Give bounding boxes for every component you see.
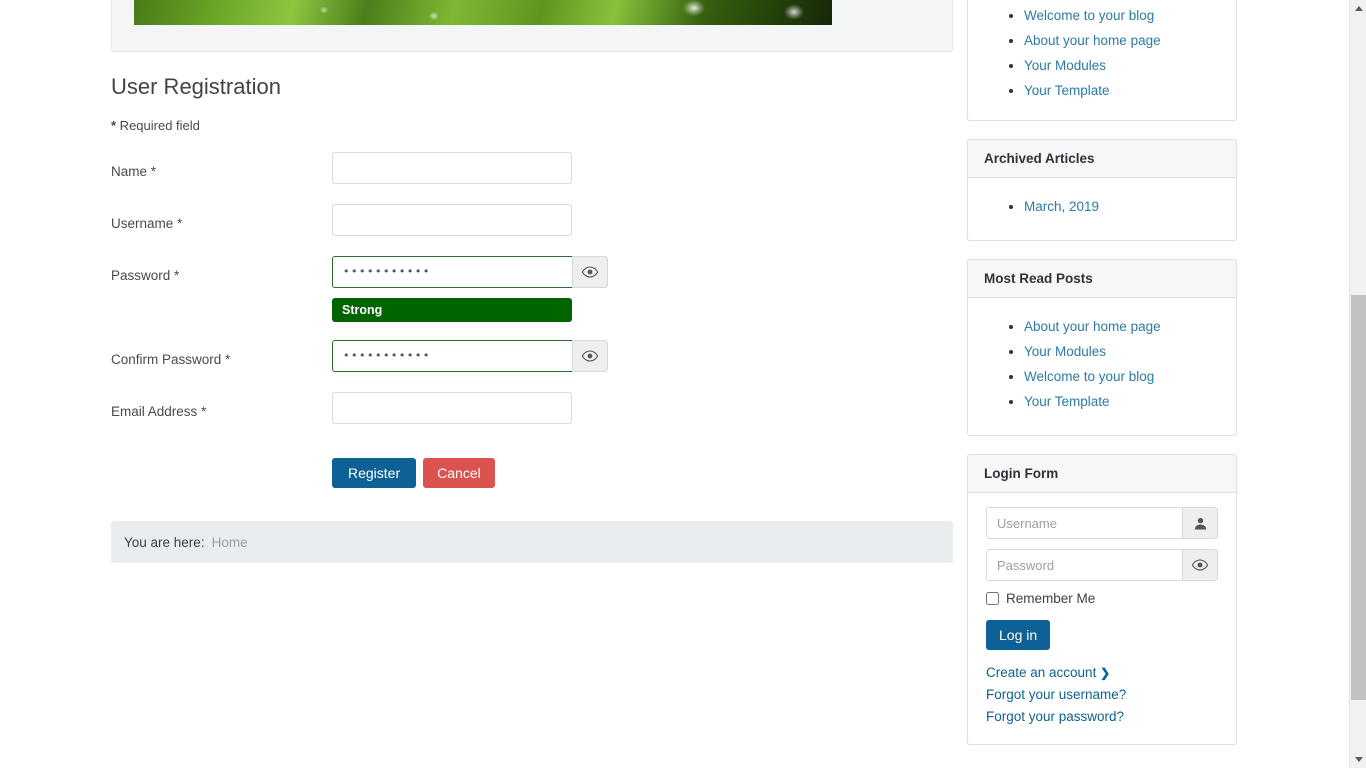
eye-icon (582, 350, 598, 362)
control-confirm-password: ••••••••••• (332, 340, 608, 373)
confirm-password-input-group: ••••••••••• (332, 340, 608, 373)
list-item: Your Modules (1024, 55, 1220, 77)
link-latest-post-0[interactable]: Welcome to your blog (1024, 8, 1154, 23)
link-archived-march-2019[interactable]: March, 2019 (1024, 199, 1099, 214)
log-in-button[interactable]: Log in (986, 620, 1051, 650)
panel-latest-posts: Welcome to your blog About your home pag… (967, 0, 1237, 121)
panel-most-read-posts: Most Read Posts About your home page You… (967, 259, 1237, 436)
link-most-read-3[interactable]: Your Template (1024, 394, 1110, 409)
label-password: Password * (111, 268, 180, 284)
latest-posts-list: Welcome to your blog About your home pag… (968, 0, 1236, 120)
password-masked-value: ••••••••••• (343, 265, 431, 279)
link-latest-post-3[interactable]: Your Template (1024, 83, 1110, 98)
breadcrumb-label: You are here: (124, 534, 205, 550)
panel-title-most-read-posts: Most Read Posts (968, 260, 1236, 298)
confirm-password-masked-value: ••••••••••• (343, 349, 431, 363)
list-item: Your Modules (1024, 341, 1220, 363)
right-sidebar: Welcome to your blog About your home pag… (967, 0, 1237, 763)
register-button[interactable]: Register (332, 458, 417, 489)
toggle-password-visibility-button[interactable] (572, 256, 608, 289)
form-actions: Register Cancel (332, 458, 953, 489)
vertical-scrollbar[interactable] (1349, 0, 1366, 768)
panel-archived-articles: Archived Articles March, 2019 (967, 139, 1237, 241)
list-item: Welcome to your blog (1024, 366, 1220, 388)
remember-me-row: Remember Me (986, 591, 1220, 606)
form-row-confirm-password: Confirm Password * ••••••••••• (111, 340, 953, 392)
control-password: ••••••••••• Strong (332, 256, 608, 323)
login-username-addon-button[interactable] (1182, 507, 1218, 539)
main-content: User Registration * Required field Name … (111, 0, 953, 564)
list-item: Your Template (1024, 391, 1220, 413)
link-forgot-password[interactable]: Forgot your password? (986, 706, 1220, 728)
control-email-address (332, 392, 572, 425)
remember-me-label[interactable]: Remember Me (1006, 591, 1095, 606)
scroll-down-arrow-icon[interactable] (1350, 751, 1366, 768)
label-email-address: Email Address * (111, 404, 207, 420)
list-item: Welcome to your blog (1024, 5, 1220, 27)
panel-title-login-form: Login Form (968, 455, 1236, 493)
chevron-right-icon: ❯ (1100, 666, 1111, 680)
form-row-name: Name * (111, 152, 953, 204)
control-name (332, 152, 572, 185)
list-item: Your Template (1024, 80, 1220, 102)
required-note-text: Required field (116, 118, 200, 134)
password-input[interactable]: ••••••••••• (332, 256, 572, 289)
eye-icon (582, 266, 598, 278)
breadcrumb-item-home[interactable]: Home (212, 535, 248, 550)
remember-me-checkbox[interactable] (986, 592, 999, 605)
form-row-email: Email Address * (111, 392, 953, 444)
user-icon (1194, 517, 1207, 530)
most-read-posts-list: About your home page Your Modules Welcom… (968, 298, 1236, 435)
confirm-password-input[interactable]: ••••••••••• (332, 340, 572, 373)
login-username-group (986, 507, 1220, 539)
form-row-password: Password * ••••••••••• Strong (111, 256, 953, 323)
login-password-input[interactable] (986, 549, 1182, 581)
toggle-confirm-password-visibility-button[interactable] (572, 340, 608, 373)
label-confirm-password: Confirm Password * (111, 352, 231, 368)
link-forgot-username[interactable]: Forgot your username? (986, 684, 1220, 706)
article-preview-card (111, 0, 953, 52)
breadcrumb: You are here: Home (111, 521, 953, 564)
control-username (332, 204, 572, 237)
page-title: User Registration (111, 74, 281, 99)
link-most-read-0[interactable]: About your home page (1024, 319, 1161, 334)
scroll-up-arrow-icon[interactable] (1350, 0, 1366, 17)
link-create-an-account[interactable]: Create an account ❯ (986, 662, 1220, 684)
panel-title-archived-articles: Archived Articles (968, 140, 1236, 178)
list-item: About your home page (1024, 30, 1220, 52)
label-name: Name * (111, 164, 157, 180)
link-latest-post-2[interactable]: Your Modules (1024, 58, 1106, 73)
panel-login-form: Login Form Username Remember Me Log in C… (967, 454, 1237, 745)
leaf-photo-image (134, 0, 832, 25)
scrollbar-thumb[interactable] (1351, 295, 1366, 700)
eye-icon (1192, 559, 1208, 571)
login-helper-links: Create an account ❯ Forgot your username… (986, 662, 1220, 728)
email-address-input[interactable] (332, 392, 572, 425)
link-most-read-2[interactable]: Welcome to your blog (1024, 369, 1154, 384)
list-item: March, 2019 (1024, 196, 1220, 218)
password-input-group: ••••••••••• (332, 256, 608, 289)
password-strength-indicator: Strong (332, 298, 572, 323)
name-input[interactable] (332, 152, 572, 185)
link-most-read-1[interactable]: Your Modules (1024, 344, 1106, 359)
registration-form: Name * Username * Password * •••••••••••… (111, 152, 953, 489)
username-input[interactable] (332, 204, 572, 237)
login-username-input[interactable] (986, 507, 1182, 539)
login-password-group (986, 549, 1220, 581)
link-latest-post-1[interactable]: About your home page (1024, 33, 1161, 48)
required-field-note: * Required field (111, 118, 953, 133)
cancel-button[interactable]: Cancel (423, 458, 495, 489)
page-root: User Registration * Required field Name … (0, 0, 1366, 768)
archived-articles-list: March, 2019 (968, 178, 1236, 240)
login-form-body: Remember Me Log in Create an account ❯ F… (968, 493, 1236, 744)
password-strength-label: Strong (342, 303, 383, 318)
list-item: About your home page (1024, 316, 1220, 338)
label-username: Username * (111, 216, 183, 232)
create-account-text: Create an account (986, 665, 1097, 680)
form-row-username: Username * (111, 204, 953, 256)
login-toggle-password-visibility-button[interactable] (1182, 549, 1218, 581)
